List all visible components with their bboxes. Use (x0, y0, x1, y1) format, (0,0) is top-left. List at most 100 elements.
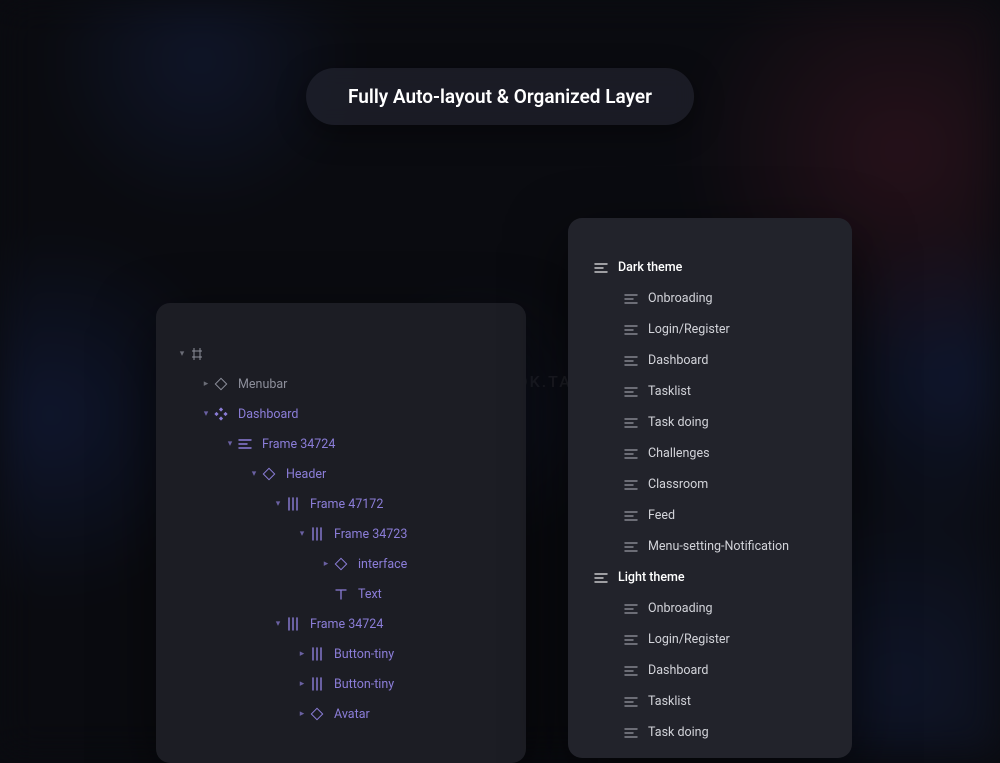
page-row[interactable]: Challenges (568, 438, 852, 469)
page-label: Light theme (618, 570, 685, 585)
expand-arrow-icon[interactable]: ▾ (202, 409, 210, 419)
frame-v-icon (310, 677, 324, 691)
expand-arrow-icon[interactable]: ▾ (274, 619, 282, 629)
layer-row[interactable]: ▾ Header (156, 459, 526, 489)
layer-label: Frame 34724 (310, 617, 383, 632)
page-label: Dark theme (618, 260, 682, 275)
page-row[interactable]: Feed (568, 500, 852, 531)
page-row[interactable]: Task doing (568, 717, 852, 748)
page-label: Dashboard (648, 663, 708, 678)
expand-arrow-icon[interactable]: ▾ (250, 469, 258, 479)
frame-v-icon (286, 497, 300, 511)
frame-icon (624, 478, 638, 492)
page-label: Classroom (648, 477, 708, 492)
frame-v-icon (286, 617, 300, 631)
frame-icon (624, 323, 638, 337)
page-row[interactable]: Login/Register (568, 314, 852, 345)
layer-label: Menubar (238, 377, 287, 392)
page-section-row[interactable]: Dark theme (568, 252, 852, 283)
frame-icon (624, 447, 638, 461)
page-row[interactable]: Onbroading (568, 283, 852, 314)
layer-row[interactable]: ▸ Button-tiny (156, 669, 526, 699)
expand-arrow-icon[interactable]: ▸ (298, 709, 306, 719)
hash-icon (190, 347, 204, 361)
text-icon (334, 587, 348, 601)
layer-label: Frame 34723 (334, 527, 407, 542)
page-label: Login/Register (648, 632, 730, 647)
layers-panel[interactable]: ▾ ▸ Menubar ▾ Dashboard ▾ Frame 34724 ▾ Header ▾ F… (156, 303, 526, 763)
expand-arrow-icon[interactable]: ▾ (298, 529, 306, 539)
page-label: Feed (648, 508, 675, 523)
page-label: Task doing (648, 415, 709, 430)
page-label: Tasklist (648, 694, 691, 709)
expand-arrow-icon[interactable]: ▾ (178, 349, 186, 359)
page-row[interactable]: Menu-setting-Notification (568, 531, 852, 562)
layer-row[interactable]: ▾ Dashboard (156, 399, 526, 429)
pages-panel[interactable]: Dark theme Onbroading Login/Register Dashbo… (568, 218, 852, 758)
frame-icon (594, 261, 608, 275)
layer-row[interactable]: ▸ Avatar (156, 699, 526, 729)
expand-arrow-icon[interactable]: ▸ (298, 649, 306, 659)
frame-icon (624, 633, 638, 647)
expand-arrow-icon[interactable]: ▸ (202, 379, 210, 389)
layer-row[interactable]: ▾ (156, 339, 526, 369)
frame-icon (624, 540, 638, 554)
layer-row[interactable]: ▸ Menubar (156, 369, 526, 399)
layer-label: Frame 47172 (310, 497, 383, 512)
layer-label: Avatar (334, 707, 370, 722)
headline-text: Fully Auto-layout & Organized Layer (348, 85, 652, 108)
frame-icon (624, 726, 638, 740)
frame-icon (624, 385, 638, 399)
frame-icon (624, 416, 638, 430)
page-label: Challenges (648, 446, 710, 461)
page-label: Login/Register (648, 322, 730, 337)
page-row[interactable]: Classroom (568, 469, 852, 500)
layer-label: Text (358, 587, 382, 602)
frame-icon (624, 354, 638, 368)
frame-icon (594, 571, 608, 585)
expand-arrow-icon[interactable]: ▾ (274, 499, 282, 509)
page-row[interactable]: Onbroading (568, 593, 852, 624)
page-row[interactable]: Tasklist (568, 686, 852, 717)
page-label: Tasklist (648, 384, 691, 399)
expand-arrow-icon[interactable]: ▸ (322, 559, 330, 569)
page-row[interactable]: Task doing (568, 407, 852, 438)
page-row[interactable]: Tasklist (568, 376, 852, 407)
frame-icon (624, 292, 638, 306)
page-row[interactable]: Login/Register (568, 624, 852, 655)
headline-pill: Fully Auto-layout & Organized Layer (306, 68, 694, 125)
page-label: Menu-setting-Notification (648, 539, 789, 554)
layer-label: interface (358, 557, 407, 572)
layer-label: Header (286, 467, 326, 482)
page-section-row[interactable]: Light theme (568, 562, 852, 593)
frame-v-icon (310, 647, 324, 661)
layer-label: Button-tiny (334, 677, 394, 692)
layer-row[interactable]: ▾ Frame 34724 (156, 609, 526, 639)
expand-arrow-icon[interactable]: ▾ (226, 439, 234, 449)
layer-row[interactable]: ▾ Frame 47172 (156, 489, 526, 519)
diamond-icon (334, 557, 348, 571)
layer-label: Button-tiny (334, 647, 394, 662)
diamond-icon (214, 377, 228, 391)
expand-arrow-icon[interactable]: ▸ (298, 679, 306, 689)
frame-v-icon (310, 527, 324, 541)
frame-icon (624, 664, 638, 678)
layer-row[interactable]: Text (156, 579, 526, 609)
layer-label: Frame 34724 (262, 437, 335, 452)
frame-icon (624, 602, 638, 616)
page-label: Onbroading (648, 291, 713, 306)
layer-row[interactable]: ▾ Frame 34724 (156, 429, 526, 459)
page-label: Dashboard (648, 353, 708, 368)
frame-h-icon (238, 437, 252, 451)
page-label: Onbroading (648, 601, 713, 616)
layer-row[interactable]: ▾ Frame 34723 (156, 519, 526, 549)
diamond-icon (262, 467, 276, 481)
page-row[interactable]: Dashboard (568, 345, 852, 376)
layer-row[interactable]: ▸ Button-tiny (156, 639, 526, 669)
page-row[interactable]: Dashboard (568, 655, 852, 686)
layer-label: Dashboard (238, 407, 298, 422)
frame-icon (624, 695, 638, 709)
frame-icon (624, 509, 638, 523)
layer-row[interactable]: ▸ interface (156, 549, 526, 579)
component-icon (214, 407, 228, 421)
